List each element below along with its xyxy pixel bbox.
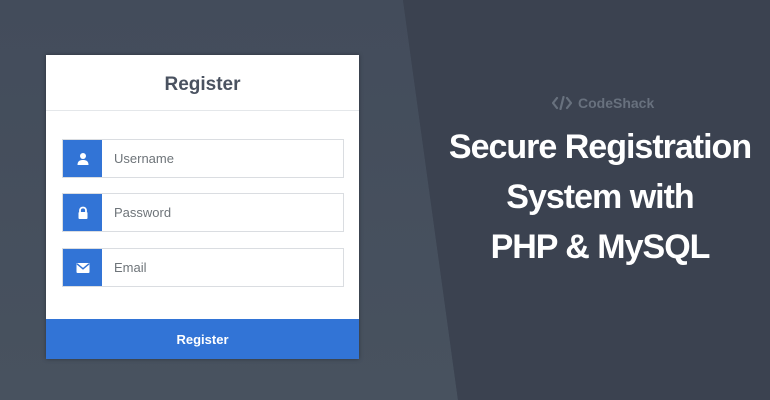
- email-input[interactable]: [102, 249, 343, 286]
- register-form: Register Register: [46, 55, 359, 359]
- form-title: Register: [164, 73, 241, 95]
- lock-icon: [63, 194, 102, 231]
- headline-line-2: System with: [506, 178, 694, 216]
- brand-name: CodeShack: [578, 95, 655, 111]
- password-input[interactable]: [102, 194, 343, 231]
- user-icon: [63, 140, 102, 177]
- email-field: [62, 248, 344, 287]
- headline-line-3: PHP & MySQL: [490, 228, 711, 266]
- headline: Secure Registration System with PHP & My…: [430, 122, 770, 272]
- envelope-icon: [63, 249, 102, 286]
- password-field: [62, 193, 344, 232]
- username-field: [62, 139, 344, 178]
- form-header: Register: [46, 55, 359, 111]
- register-button[interactable]: Register: [46, 319, 359, 359]
- brand-logo: CodeShack: [552, 95, 654, 111]
- headline-line-1: Secure Registration: [448, 128, 752, 166]
- code-icon: [552, 96, 572, 110]
- username-input[interactable]: [102, 140, 343, 177]
